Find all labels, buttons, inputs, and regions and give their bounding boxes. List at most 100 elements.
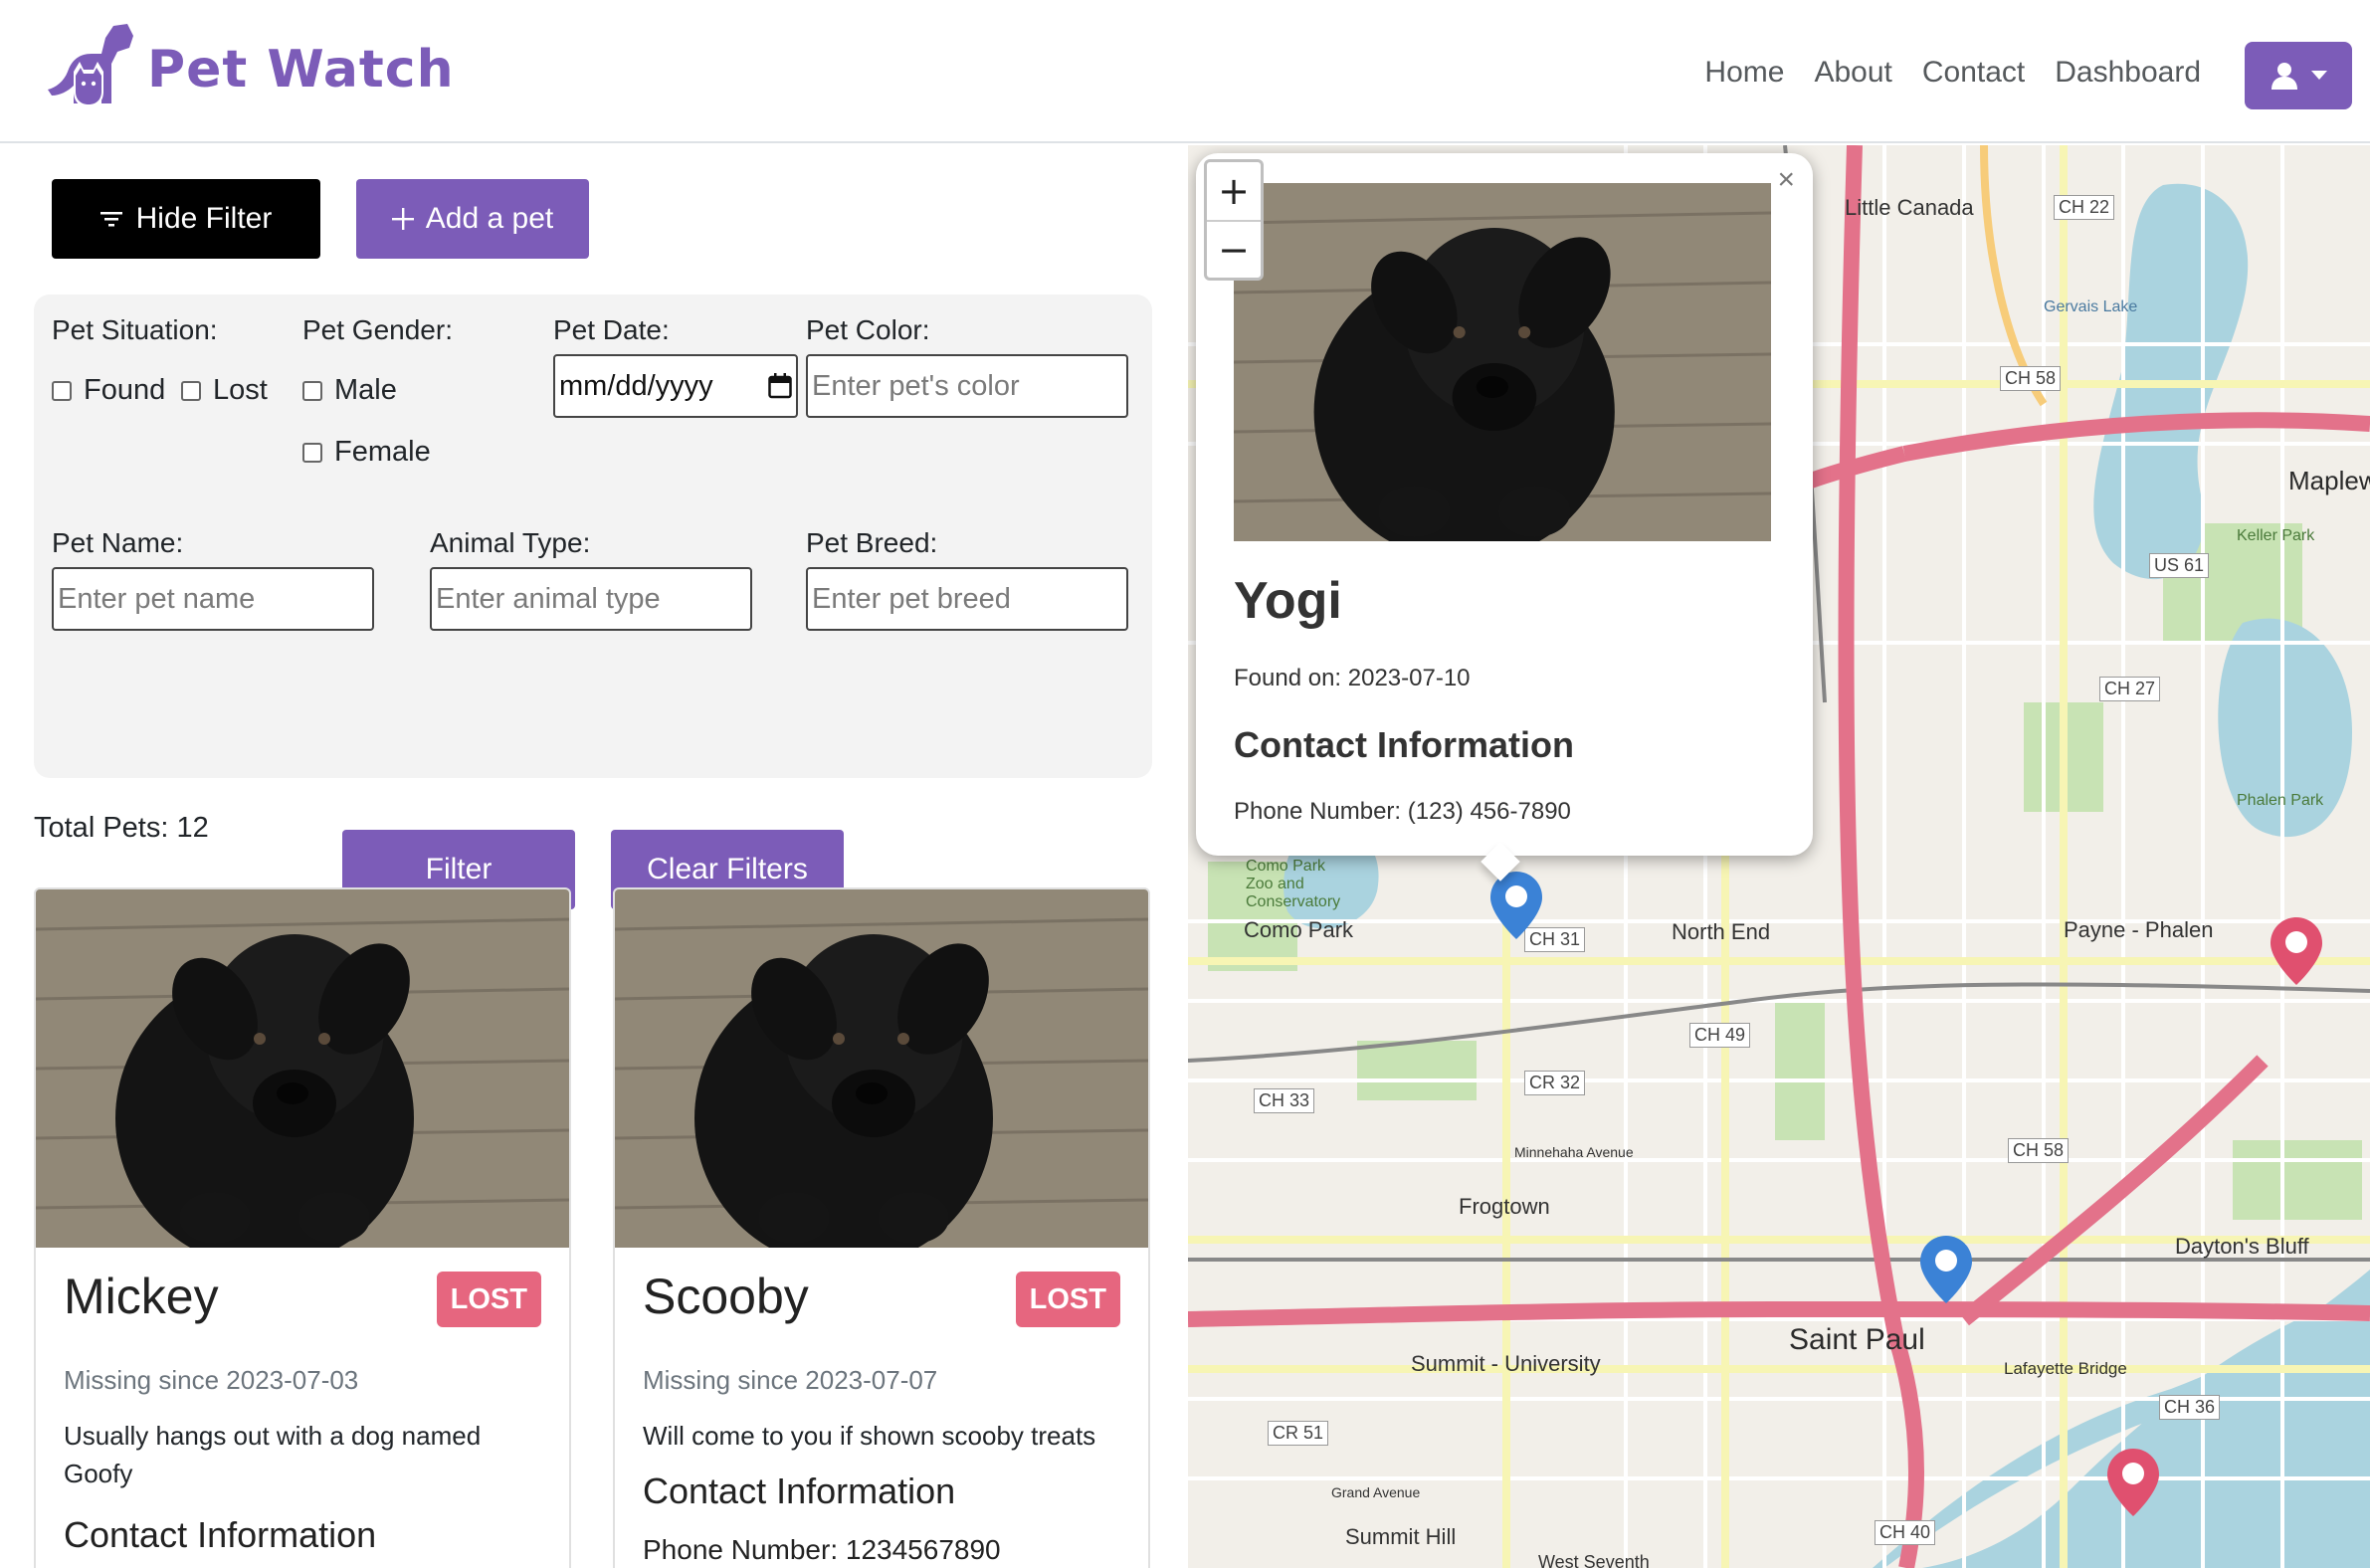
zoom-in-button[interactable]: + [1207,162,1261,220]
color-label: Pet Color: [806,314,930,345]
road-shield: CR 51 [1268,1421,1329,1446]
contact-heading: Contact Information [64,1514,377,1555]
map-place-label: Maplew [2288,466,2370,495]
date-input-value: mm/dd/yyyy [559,369,713,402]
situation-label: Pet Situation: [52,314,218,345]
lost-checkbox-box[interactable] [181,380,201,401]
add-pet-button[interactable]: Add a pet [356,179,589,259]
contact-heading: Contact Information [643,1470,956,1511]
hide-filter-label: Hide Filter [135,202,273,235]
road-shield: CH 49 [1689,1023,1751,1048]
road-shield: CH 22 [2054,195,2115,220]
add-pet-label: Add a pet [425,202,554,235]
map-marker-red[interactable] [2105,1447,2161,1518]
filter-button-label: Filter [425,853,493,885]
map-marker-red[interactable] [2269,915,2324,987]
map-place-label: Lafayette Bridge [2004,1359,2127,1378]
brand-name: Pet Watch [147,40,455,99]
road-shield: CH 58 [2000,366,2062,391]
breed-input[interactable]: Enter pet breed [806,567,1128,631]
map-place-label: Grand Avenue [1331,1484,1421,1500]
map-place-label: Keller Park [2237,527,2315,544]
male-checkbox-box[interactable] [302,380,322,401]
pet-name: Mickey [64,1269,219,1324]
pet-date: Missing since 2023-07-07 [643,1365,938,1395]
popup-phone: Phone Number: (123) 456-7890 [1234,798,1571,825]
nav-contact[interactable]: Contact [1922,56,2025,90]
nav-home[interactable]: Home [1704,56,1784,90]
road-shield: CH 27 [2099,677,2161,701]
map-place-label: Minnehaha Avenue [1514,1144,1634,1160]
hide-filter-button[interactable]: Hide Filter [52,179,320,259]
female-checkbox[interactable]: Female [302,436,431,469]
male-checkbox[interactable]: Male [302,374,397,407]
color-input[interactable]: Enter pet's color [806,354,1128,418]
total-pets: Total Pets: 12 [34,812,209,844]
found-checkbox[interactable]: Found [52,374,165,407]
status-badge: LOST [436,1272,541,1327]
contact-phone: Phone Number: 1234567890 [643,1534,1001,1565]
road-shield: CH 58 [2008,1138,2070,1163]
road-shield: CH 36 [2159,1395,2221,1420]
pet-name: Scooby [643,1269,809,1324]
filter-panel: Pet Situation: Found Lost Pet Gender: Ma… [34,294,1152,778]
dog-cat-logo-icon [48,24,133,107]
map-place-label: West Seventh [1538,1552,1650,1568]
breed-label: Pet Breed: [806,527,938,558]
user-menu-button[interactable] [2245,42,2352,109]
zoom-out-button[interactable]: − [1207,220,1261,278]
date-input[interactable]: mm/dd/yyyy [553,354,798,418]
pet-description: Will come to you if shown scooby treats [643,1421,1096,1451]
type-input[interactable]: Enter animal type [430,567,752,631]
map-place-label: Little Canada [1845,195,1974,220]
navbar: Pet Watch Home About Contact Dashboard [0,0,2370,143]
zoom-control: + − [1204,159,1264,281]
popup-found-date: Found on: 2023-07-10 [1234,665,1471,691]
road-shield: US 61 [2149,553,2210,578]
calendar-icon[interactable] [768,373,792,399]
gender-label: Pet Gender: [302,314,453,345]
user-icon [2271,63,2297,90]
close-icon[interactable]: × [1777,163,1795,197]
nav-about[interactable]: About [1814,56,1891,90]
map-place-label: North End [1672,919,1771,944]
name-input[interactable]: Enter pet name [52,567,374,631]
road-shield: CH 33 [1254,1088,1315,1113]
name-label: Pet Name: [52,527,184,558]
type-label: Animal Type: [430,527,591,558]
brand[interactable]: Pet Watch [44,20,455,119]
found-checkbox-box[interactable] [52,380,72,401]
caret-down-icon [2311,71,2327,80]
map-place-label: Como Park [1244,917,1354,942]
pet-date: Missing since 2023-07-03 [64,1365,359,1395]
pet-card[interactable]: Mickey LOST Missing since 2023-07-03 Usu… [34,887,571,1568]
popup-contact-heading: Contact Information [1234,724,1574,765]
pet-photo [1234,183,1771,541]
pet-card[interactable]: Scooby LOST Missing since 2023-07-07 Wil… [613,887,1150,1568]
map-marker-blue[interactable] [1918,1234,1974,1305]
left-panel: Hide Filter Add a pet Pet Situation: Fou… [0,145,1186,1568]
map-place-label: Frogtown [1459,1194,1550,1219]
female-checkbox-box[interactable] [302,442,322,463]
map-place-label: Como Park Zoo and Conservatory [1246,858,1341,910]
map-place-label: Gervais Lake [2044,298,2138,315]
found-checkbox-label: Found [84,374,166,406]
lost-checkbox-label: Lost [213,374,268,406]
popup-pet-name: Yogi [1234,572,1342,630]
female-checkbox-label: Female [334,436,431,468]
nav-dashboard[interactable]: Dashboard [2055,56,2201,90]
nav-links: Home About Contact Dashboard [1704,56,2201,90]
map-marker-blue[interactable] [1488,870,1544,941]
clear-filters-label: Clear Filters [647,853,808,885]
lost-checkbox[interactable]: Lost [181,374,268,407]
map-place-label: Saint Paul [1789,1323,1925,1356]
map-place-label: Dayton's Bluff [2175,1234,2309,1259]
status-badge: LOST [1015,1272,1120,1327]
date-label: Pet Date: [553,314,670,345]
pet-description: Usually hangs out with a dog named Goofy [64,1421,482,1488]
road-shield: CH 40 [1875,1520,1936,1545]
filter-icon [99,212,122,227]
pet-photo [36,889,569,1248]
map[interactable]: Little Canada Maplew Como Park Zoo and C… [1188,145,2370,1568]
male-checkbox-label: Male [334,374,397,406]
